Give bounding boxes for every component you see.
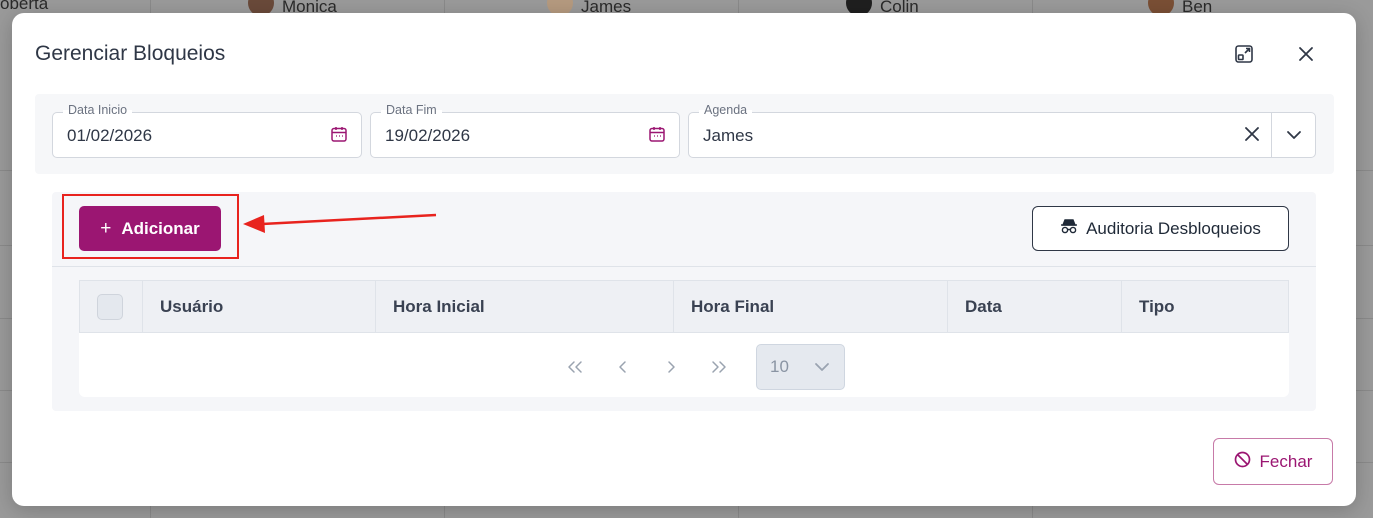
column-header[interactable]: Hora Inicial xyxy=(375,281,673,332)
first-page-icon[interactable] xyxy=(551,345,599,389)
start-date-label: Data Inicio xyxy=(63,103,133,117)
calendar-icon[interactable] xyxy=(330,125,348,148)
annotation-highlight-box xyxy=(62,194,239,259)
incognito-icon xyxy=(1060,218,1078,239)
clear-icon[interactable] xyxy=(1243,125,1261,148)
filter-bar: Data Inicio 01/02/2026 Data Fim 19/02/20… xyxy=(35,94,1334,174)
column-header[interactable]: Usuário xyxy=(142,281,375,332)
next-page-icon[interactable] xyxy=(647,345,695,389)
end-date-value[interactable]: 19/02/2026 xyxy=(385,126,470,146)
page-size-value: 10 xyxy=(770,357,789,376)
page-size-select[interactable]: 10 xyxy=(756,344,845,390)
dialog-title: Gerenciar Bloqueios xyxy=(35,42,226,65)
start-date-field[interactable]: Data Inicio 01/02/2026 xyxy=(52,103,362,158)
divider xyxy=(52,266,1316,267)
table-header: Usuário Hora Inicial Hora Final Data Tip… xyxy=(79,280,1289,333)
agenda-select[interactable]: Agenda James xyxy=(688,103,1316,158)
close-button-label: Fechar xyxy=(1259,451,1313,471)
calendar-column-header: oberta xyxy=(0,0,48,14)
previous-page-icon[interactable] xyxy=(599,345,647,389)
table-body: 10 xyxy=(79,333,1289,397)
agenda-label: Agenda xyxy=(699,103,753,117)
expand-icon[interactable] xyxy=(1233,43,1255,65)
last-page-icon[interactable] xyxy=(695,345,743,389)
ban-icon xyxy=(1234,451,1251,473)
column-header[interactable]: Tipo xyxy=(1121,281,1288,332)
pagination: 10 xyxy=(551,344,845,390)
audit-button-label: Auditoria Desbloqueios xyxy=(1086,218,1261,238)
close-icon[interactable] xyxy=(1295,43,1317,65)
audit-unblocks-button[interactable]: Auditoria Desbloqueios xyxy=(1032,206,1289,251)
calendar-icon[interactable] xyxy=(648,125,666,148)
calendar-name: oberta xyxy=(0,0,49,13)
manage-blocks-dialog: Gerenciar Bloqueios Data Inicio 01/02/20… xyxy=(12,13,1356,506)
divider xyxy=(1271,113,1272,157)
start-date-value[interactable]: 01/02/2026 xyxy=(67,126,152,146)
agenda-value[interactable]: James xyxy=(703,126,753,146)
column-header[interactable]: Data xyxy=(947,281,1121,332)
chevron-down-icon[interactable] xyxy=(1285,126,1303,149)
column-header[interactable]: Hora Final xyxy=(673,281,947,332)
end-date-label: Data Fim xyxy=(381,103,442,117)
chevron-down-icon xyxy=(815,363,829,371)
select-all-cell xyxy=(80,281,142,332)
end-date-field[interactable]: Data Fim 19/02/2026 xyxy=(370,103,680,158)
blocks-panel: + Adicionar Auditoria Desbloqueios Usuár… xyxy=(52,192,1316,411)
select-all-checkbox[interactable] xyxy=(97,293,123,320)
close-button[interactable]: Fechar xyxy=(1213,438,1333,485)
